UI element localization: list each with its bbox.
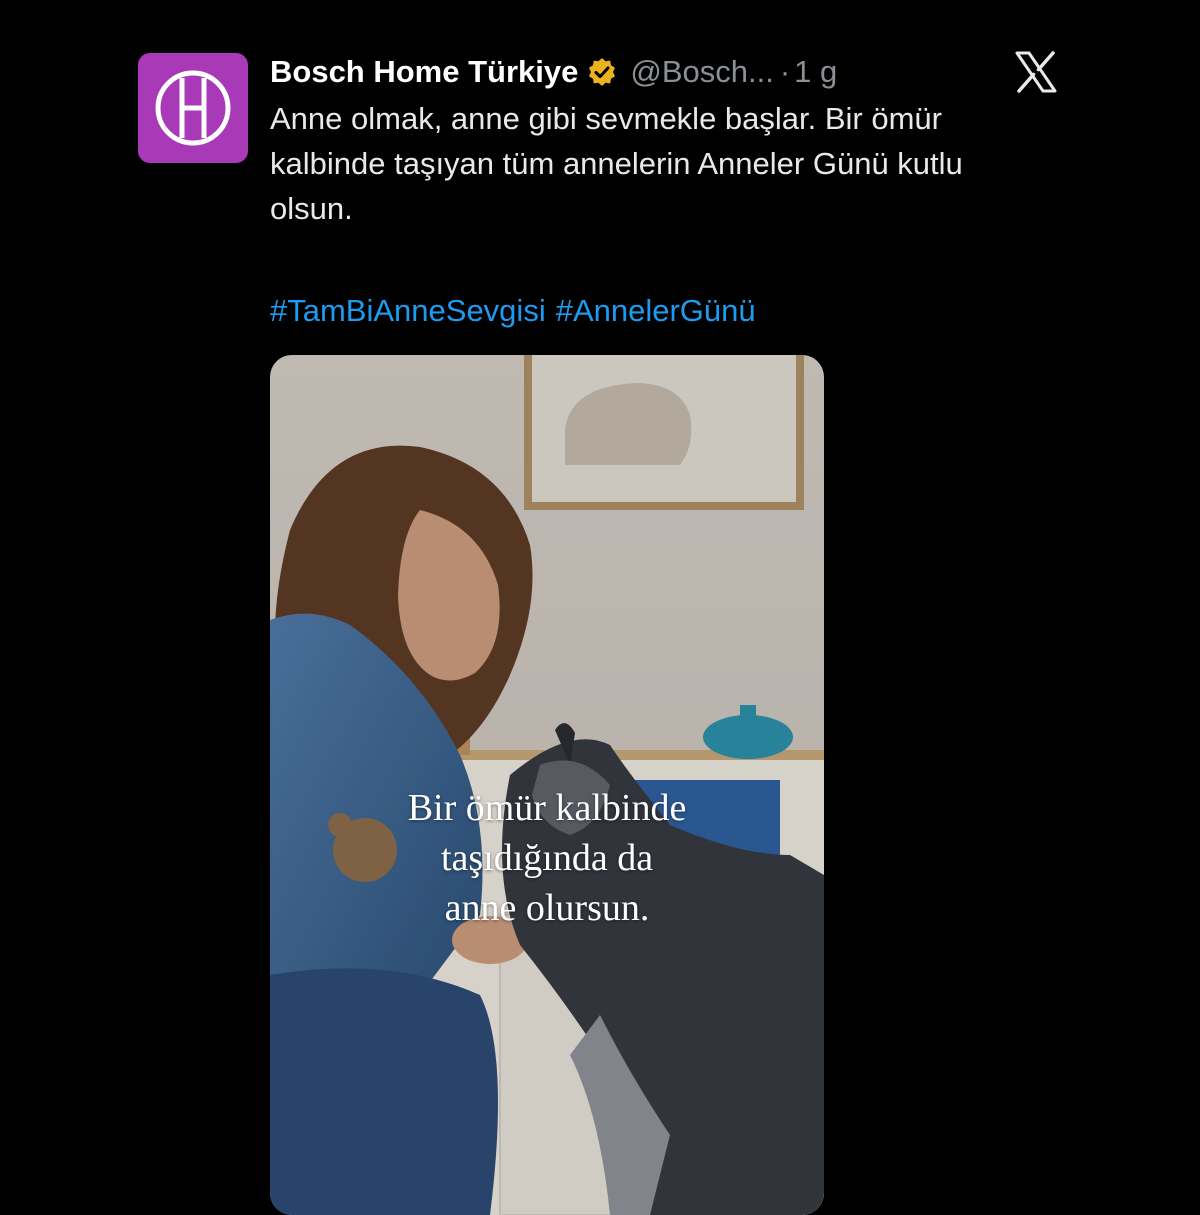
hashtag-link[interactable]: #AnnelerGünü xyxy=(556,293,756,328)
bosch-logo-icon xyxy=(155,70,231,146)
author-avatar[interactable] xyxy=(138,53,248,163)
caption-line: taşıdığında da xyxy=(440,837,654,879)
verified-badge-icon xyxy=(589,58,616,86)
tweet-header: Bosch Home Türkiye @Bosch... · 1 g xyxy=(270,50,837,94)
hashtag-link[interactable]: #TamBiAnneSevgisi xyxy=(270,293,546,328)
tweet-text: Anne olmak, anne gibi sevmekle başlar. B… xyxy=(270,101,963,226)
header-separator: · xyxy=(779,54,791,89)
author-handle[interactable]: @Bosch... xyxy=(630,54,773,90)
tweet-video[interactable]: Bir ömür kalbinde taşıdığında da anne ol… xyxy=(270,355,824,1215)
hashtag-list: #TamBiAnneSevgisi #AnnelerGünü xyxy=(270,288,766,333)
x-logo-icon xyxy=(1015,51,1057,93)
author-name[interactable]: Bosch Home Türkiye xyxy=(270,54,578,90)
video-caption: Bir ömür kalbinde taşıdığında da anne ol… xyxy=(270,783,824,933)
caption-line: anne olursun. xyxy=(444,887,650,929)
caption-line: Bir ömür kalbinde xyxy=(407,787,687,829)
tweet-timestamp[interactable]: 1 g xyxy=(794,54,837,90)
